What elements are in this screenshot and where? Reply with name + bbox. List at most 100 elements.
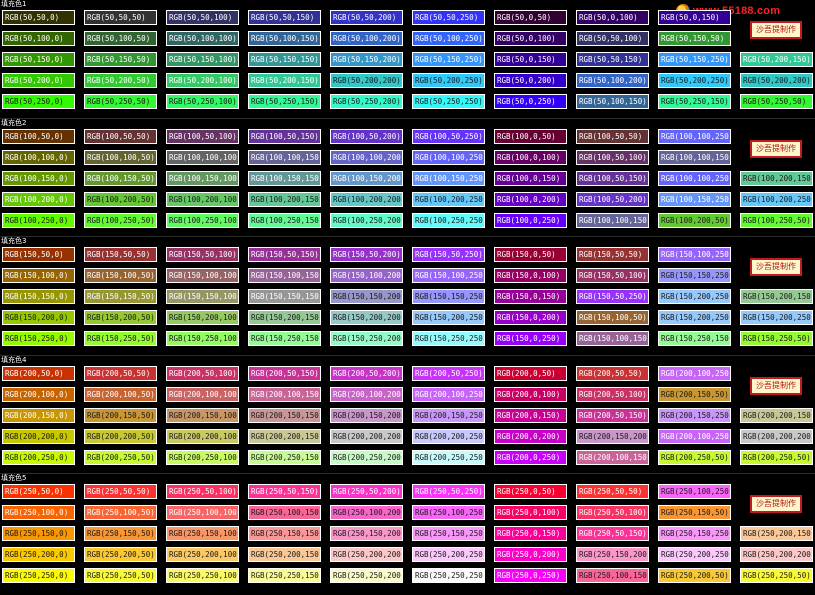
color-swatch: RGB(200,50,100) [576,387,649,402]
color-swatch: RGB(200,150,250) [658,408,731,423]
color-swatch: RGB(50,150,0) [2,52,75,67]
color-swatch: RGB(50,0,200) [494,73,567,88]
color-swatch: RGB(200,50,50) [576,366,649,381]
color-swatch: RGB(200,0,250) [494,450,567,465]
color-swatch: RGB(200,200,100) [166,429,239,444]
color-swatch: RGB(200,100,0) [2,387,75,402]
color-swatch: RGB(50,150,50) [658,31,731,46]
color-swatch: RGB(250,0,200) [494,547,567,562]
color-swatch: RGB(100,100,50) [84,150,157,165]
color-swatch: RGB(100,200,150) [740,171,813,186]
color-swatch: RGB(100,100,250) [658,171,731,186]
color-swatch: RGB(50,250,250) [412,94,485,109]
color-swatch: RGB(250,200,100) [166,547,239,562]
color-swatch: RGB(250,150,200) [330,526,403,541]
color-swatch: RGB(200,100,250) [658,429,731,444]
color-swatch: RGB(150,50,100) [576,268,649,283]
color-swatch: RGB(150,0,100) [494,268,567,283]
color-swatch: RGB(100,250,150) [248,213,321,228]
color-swatch: RGB(150,100,150) [576,331,649,346]
color-swatch: RGB(150,50,50) [84,247,157,262]
color-swatch: RGB(50,200,150) [248,73,321,88]
color-swatch-sheet: www.55188.com 填充色1 沙吾提制作 RGB(50,50,0) RGB(5… [0,0,815,595]
color-swatch: RGB(250,50,100) [576,505,649,520]
color-swatch: RGB(200,200,0) [2,429,75,444]
color-swatch: RGB(50,200,150) [740,52,813,67]
color-swatch: RGB(150,200,250) [658,289,731,304]
color-swatch: RGB(200,200,150) [248,429,321,444]
color-swatch: RGB(250,0,100) [494,505,567,520]
color-swatch: RGB(200,0,50) [494,366,567,381]
color-swatch: RGB(50,250,150) [248,94,321,109]
color-swatch: RGB(250,200,50) [84,547,157,562]
color-swatch: RGB(250,150,100) [166,526,239,541]
color-swatch: RGB(250,200,150) [248,547,321,562]
author-stamp: 沙吾提制作 [750,258,802,276]
color-swatch: RGB(50,0,150) [658,10,731,25]
color-swatch: RGB(250,100,50) [84,505,157,520]
color-swatch: RGB(200,200,150) [740,408,813,423]
color-swatch: RGB(100,50,100) [576,150,649,165]
color-swatch: RGB(150,200,100) [166,310,239,325]
color-swatch: RGB(250,250,50) [84,568,157,583]
color-swatch: RGB(200,250,100) [166,450,239,465]
color-swatch: RGB(150,50,200) [330,247,403,262]
color-swatch: RGB(50,250,150) [658,94,731,109]
color-swatch: RGB(150,200,250) [658,310,731,325]
color-swatch: RGB(100,100,200) [330,150,403,165]
color-swatch: RGB(100,150,250) [658,192,731,207]
color-swatch: RGB(50,100,200) [330,31,403,46]
color-swatch: RGB(250,200,150) [740,526,813,541]
color-swatch: RGB(50,50,100) [166,10,239,25]
color-swatch: RGB(100,200,150) [248,192,321,207]
color-swatch: RGB(200,150,100) [166,408,239,423]
color-swatch: RGB(50,100,100) [166,31,239,46]
color-swatch: RGB(250,250,50) [740,568,813,583]
color-swatch: RGB(150,150,100) [166,289,239,304]
color-swatch: RGB(100,50,200) [330,129,403,144]
color-swatch: RGB(150,0,250) [494,331,567,346]
color-swatch: RGB(200,150,0) [2,408,75,423]
color-swatch: RGB(250,0,150) [494,526,567,541]
color-swatch: RGB(150,250,100) [166,331,239,346]
color-swatch: RGB(150,250,50) [84,331,157,346]
color-swatch: RGB(100,250,100) [166,213,239,228]
color-swatch: RGB(100,250,50) [84,213,157,228]
color-swatch: RGB(150,100,200) [330,268,403,283]
color-swatch: RGB(150,200,0) [2,310,75,325]
color-swatch: RGB(150,50,150) [248,247,321,262]
color-swatch: RGB(150,100,50) [576,310,649,325]
color-swatch: RGB(100,200,250) [740,192,813,207]
color-swatch: RGB(150,50,0) [2,247,75,262]
color-swatch: RGB(150,150,200) [330,289,403,304]
color-swatch: RGB(150,200,200) [330,310,403,325]
color-swatch: RGB(50,0,100) [576,10,649,25]
color-swatch: RGB(200,100,250) [412,387,485,402]
color-swatch: RGB(100,0,100) [494,150,567,165]
group-title: 填充色2 [1,119,27,127]
color-swatch: RGB(150,150,150) [248,289,321,304]
color-swatch: RGB(100,150,250) [412,171,485,186]
color-swatch: RGB(150,50,50) [576,247,649,262]
color-swatch: RGB(100,100,150) [576,213,649,228]
color-swatch: RGB(150,100,150) [248,268,321,283]
color-swatch: RGB(150,250,150) [248,331,321,346]
color-swatch: RGB(50,50,0) [2,10,75,25]
color-swatch: RGB(50,100,0) [2,31,75,46]
color-swatch: RGB(50,150,200) [330,52,403,67]
color-swatch: RGB(100,0,200) [494,192,567,207]
color-swatch: RGB(200,250,0) [2,450,75,465]
color-swatch: RGB(100,100,150) [658,150,731,165]
color-swatch: RGB(250,200,200) [740,547,813,562]
color-swatch: RGB(200,100,150) [248,387,321,402]
color-swatch: RGB(50,50,250) [412,10,485,25]
color-swatch: RGB(50,50,150) [248,10,321,25]
color-swatch: RGB(200,100,100) [166,387,239,402]
color-swatch: RGB(150,50,250) [576,289,649,304]
color-swatch: RGB(250,250,100) [166,568,239,583]
color-swatch: RGB(100,50,150) [576,171,649,186]
color-swatch: RGB(250,200,250) [412,547,485,562]
color-swatch: RGB(100,250,0) [2,213,75,228]
color-swatch: RGB(250,200,250) [658,547,731,562]
color-swatch: RGB(150,50,250) [412,247,485,262]
